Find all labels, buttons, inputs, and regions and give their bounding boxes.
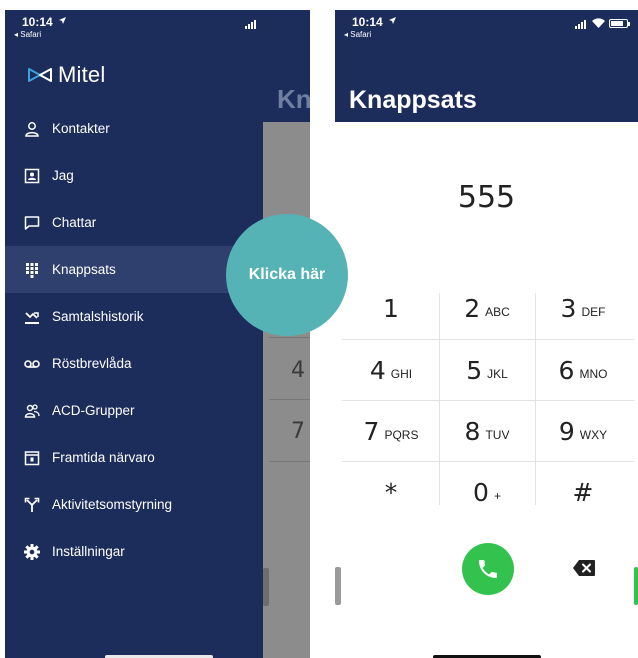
key-hash[interactable]: # bbox=[535, 462, 631, 522]
location-arrow-icon bbox=[59, 17, 66, 24]
menu-label: Jag bbox=[52, 168, 74, 183]
menu-item-framtida-narvaro[interactable]: Framtida närvaro bbox=[5, 434, 263, 481]
menu-label: ACD-Grupper bbox=[52, 403, 135, 418]
menu-item-rostbrevlada[interactable]: Röstbrevlåda bbox=[5, 340, 263, 387]
status-time: 10:14 bbox=[22, 15, 53, 29]
key-letters: TUV bbox=[485, 428, 510, 442]
status-bar: 10:14 ◂ Safari bbox=[5, 10, 263, 44]
key-letters: GHI bbox=[390, 367, 413, 381]
logo-text: Mitel bbox=[58, 62, 106, 87]
menu-item-chattar[interactable]: Chattar bbox=[5, 199, 263, 246]
callout-text: Klicka här bbox=[248, 266, 326, 283]
mitel-logo: Mitel bbox=[27, 62, 106, 87]
menu-label: Röstbrevlåda bbox=[52, 356, 132, 371]
menu-item-installningar[interactable]: Inställningar bbox=[5, 528, 263, 575]
dimmed-divider bbox=[269, 461, 310, 462]
menu-label: Kontakter bbox=[52, 121, 110, 136]
dimmed-divider bbox=[269, 337, 310, 338]
edge-handle-right bbox=[634, 567, 638, 605]
battery-cap bbox=[628, 22, 630, 26]
key-2[interactable]: 2 ABC bbox=[439, 278, 535, 338]
battery-icon bbox=[609, 19, 628, 28]
status-time: 10:14 bbox=[352, 15, 383, 29]
contact-card-icon bbox=[23, 167, 41, 185]
key-digit: 8 bbox=[464, 416, 481, 446]
key-digit: 9 bbox=[558, 416, 575, 446]
menu-label: Framtida närvaro bbox=[52, 450, 155, 465]
menu-item-aktivitetsomstyrning[interactable]: Aktivitetsomstyrning bbox=[5, 481, 263, 528]
backspace-button[interactable] bbox=[569, 555, 599, 581]
group-icon bbox=[23, 402, 41, 420]
key-6[interactable]: 6 MNO bbox=[535, 340, 631, 400]
key-letters: MNO bbox=[579, 367, 608, 381]
key-star[interactable]: * bbox=[343, 462, 439, 522]
menu-item-knappsats[interactable]: Knappsats bbox=[5, 246, 263, 293]
dialed-number: 555 bbox=[457, 180, 516, 215]
key-4[interactable]: 4 GHI bbox=[343, 340, 439, 400]
key-letters: JKL bbox=[487, 367, 508, 381]
menu-label: Chattar bbox=[52, 215, 97, 230]
menu-label: Inställningar bbox=[52, 544, 125, 559]
key-9[interactable]: 9 WXY bbox=[535, 401, 631, 461]
navigation-drawer: 10:14 ◂ Safari Mitel Kontakter Jag Chatt… bbox=[5, 10, 263, 658]
mitel-logo-icon bbox=[28, 68, 52, 82]
back-to-safari[interactable]: ◂ Safari bbox=[344, 30, 371, 39]
menu-item-jag[interactable]: Jag bbox=[5, 152, 263, 199]
call-history-icon bbox=[23, 308, 41, 326]
dimmed-divider bbox=[269, 399, 310, 400]
page-title: Knappsats bbox=[349, 86, 477, 114]
menu-label: Knappsats bbox=[52, 262, 116, 277]
dimmed-key-4: 4 bbox=[291, 358, 305, 383]
key-8[interactable]: 8 TUV bbox=[439, 401, 535, 461]
keypad-header: 10:14 ◂ Safari Knappsats bbox=[335, 10, 638, 122]
rerouting-icon bbox=[23, 496, 41, 514]
dimmed-title: Kn bbox=[277, 84, 310, 114]
key-letters: ABC bbox=[485, 305, 510, 319]
call-button[interactable] bbox=[462, 543, 514, 595]
location-arrow-icon bbox=[389, 17, 396, 24]
click-here-callout: Klicka här bbox=[226, 214, 348, 336]
key-digit: 6 bbox=[558, 355, 575, 385]
key-digit: 1 bbox=[383, 293, 399, 323]
back-to-safari[interactable]: ◂ Safari bbox=[14, 30, 41, 39]
key-digit: 0 bbox=[473, 477, 489, 507]
menu-item-acd-grupper[interactable]: ACD-Grupper bbox=[5, 387, 263, 434]
gear-icon bbox=[23, 543, 41, 561]
key-letters: PQRS bbox=[384, 428, 419, 442]
edge-handle-left bbox=[335, 567, 341, 605]
key-letters: WXY bbox=[579, 428, 608, 442]
dimmed-body bbox=[263, 122, 310, 658]
key-3[interactable]: 3 DEF bbox=[535, 278, 631, 338]
key-digit: 4 bbox=[369, 355, 386, 385]
menu-item-kontakter[interactable]: Kontakter bbox=[5, 105, 263, 152]
key-letters: DEF bbox=[581, 305, 606, 319]
key-digit: 5 bbox=[466, 355, 483, 385]
person-icon bbox=[23, 120, 41, 138]
key-digit: 2 bbox=[464, 293, 481, 323]
key-digit: 7 bbox=[363, 416, 380, 446]
key-digit: * bbox=[384, 477, 398, 507]
key-digit: 3 bbox=[560, 293, 577, 323]
phone-icon bbox=[479, 560, 497, 578]
key-0[interactable]: 0 + bbox=[439, 462, 535, 522]
wifi-icon bbox=[592, 18, 605, 28]
dimmed-key-7: 7 bbox=[291, 419, 305, 444]
right-phone-screen: 10:14 ◂ Safari Knappsats 555 1 2 ABC 3 D… bbox=[335, 10, 638, 658]
menu-label: Aktivitetsomstyrning bbox=[52, 497, 173, 512]
calendar-icon bbox=[23, 449, 41, 467]
menu-item-samtalshistorik[interactable]: Samtalshistorik bbox=[5, 293, 263, 340]
key-7[interactable]: 7 PQRS bbox=[343, 401, 439, 461]
menu-label: Samtalshistorik bbox=[52, 309, 144, 324]
voicemail-icon bbox=[23, 355, 41, 373]
keypad-icon bbox=[23, 261, 41, 279]
key-5[interactable]: 5 JKL bbox=[439, 340, 535, 400]
status-bar: 10:14 ◂ Safari bbox=[335, 10, 638, 44]
left-phone-screen: Kn 1 4 7 10:14 ◂ Safari Mitel bbox=[5, 10, 310, 658]
chat-bubble-icon bbox=[23, 214, 41, 232]
key-letters: + bbox=[493, 489, 501, 503]
key-1[interactable]: 1 bbox=[343, 278, 439, 338]
dimmed-edge-handle bbox=[263, 568, 269, 606]
key-digit: # bbox=[572, 477, 594, 507]
backspace-icon bbox=[573, 560, 595, 576]
